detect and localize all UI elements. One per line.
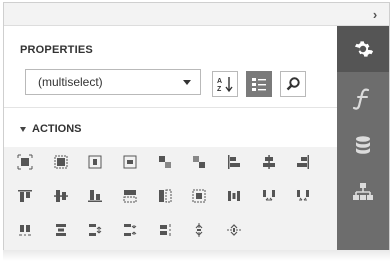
chevron-right-icon[interactable]: › — [367, 6, 383, 22]
side-tab-bar — [337, 26, 389, 251]
collapse-triangle-icon — [20, 126, 26, 132]
properties-panel: PROPERTIES (multiselect) A Z ACTIONS — [4, 26, 337, 251]
chevron-down-icon — [183, 80, 191, 85]
center-horizontally-icon[interactable] — [85, 152, 105, 172]
actions-section-header[interactable]: ACTIONS — [20, 123, 82, 135]
properties-panel-window: › PROPERTIES (multiselect) A Z ACTIONS — [3, 2, 390, 251]
center-vertically-icon[interactable] — [120, 152, 140, 172]
panel-header-bar: › — [4, 3, 389, 26]
horizontal-spacing-remove-icon[interactable] — [15, 220, 35, 240]
make-same-height-icon[interactable] — [155, 186, 175, 206]
actions-grid — [4, 147, 337, 251]
horizontal-spacing-increase-icon[interactable] — [259, 186, 279, 206]
gear-icon — [354, 41, 374, 57]
database-icon — [356, 136, 370, 154]
fit-to-container-icon[interactable] — [51, 152, 71, 172]
sort-alphabetical-icon: A Z — [217, 77, 233, 93]
align-middles-icon[interactable] — [51, 186, 71, 206]
actions-title: ACTIONS — [32, 123, 82, 135]
search-button[interactable] — [280, 71, 306, 97]
vertical-spacing-decrease-icon[interactable] — [120, 220, 140, 240]
categorized-list-button[interactable] — [246, 71, 272, 97]
tab-expressions[interactable] — [337, 76, 389, 122]
center-vertically-in-band-icon[interactable] — [224, 220, 244, 240]
selector-value: (multiselect) — [38, 75, 103, 89]
make-same-width-icon[interactable] — [120, 186, 140, 206]
function-icon — [352, 88, 370, 110]
tab-report-explorer[interactable] — [337, 169, 389, 215]
svg-text:A: A — [217, 78, 222, 85]
properties-title: PROPERTIES — [20, 44, 93, 56]
tab-field-list[interactable] — [337, 123, 389, 169]
sort-alphabetical-button[interactable]: A Z — [212, 71, 238, 97]
bring-forward-icon[interactable] — [155, 152, 175, 172]
make-same-size-icon[interactable] — [189, 186, 209, 206]
align-centers-icon[interactable] — [259, 152, 279, 172]
svg-text:Z: Z — [217, 86, 222, 93]
tab-properties[interactable] — [337, 26, 389, 72]
horizontal-spacing-equal-icon[interactable] — [224, 186, 244, 206]
send-backward-icon[interactable] — [189, 152, 209, 172]
search-icon — [286, 77, 300, 91]
vertical-spacing-increase-icon[interactable] — [85, 220, 105, 240]
center-horizontally-in-band-icon[interactable] — [189, 220, 209, 240]
fit-bounds-icon[interactable] — [15, 152, 35, 172]
horizontal-spacing-decrease-icon[interactable] — [293, 186, 313, 206]
component-selector-dropdown[interactable]: (multiselect) — [25, 69, 201, 95]
categorized-list-icon — [252, 78, 266, 91]
section-divider — [4, 107, 337, 108]
align-left-icon[interactable] — [224, 152, 244, 172]
align-top-icon[interactable] — [15, 186, 35, 206]
align-bottom-icon[interactable] — [85, 186, 105, 206]
vertical-spacing-equal-icon[interactable] — [51, 220, 71, 240]
align-right-icon[interactable] — [293, 152, 313, 172]
window-shadow — [3, 250, 390, 261]
report-tree-icon — [353, 183, 373, 200]
vertical-spacing-remove-icon[interactable] — [155, 220, 175, 240]
